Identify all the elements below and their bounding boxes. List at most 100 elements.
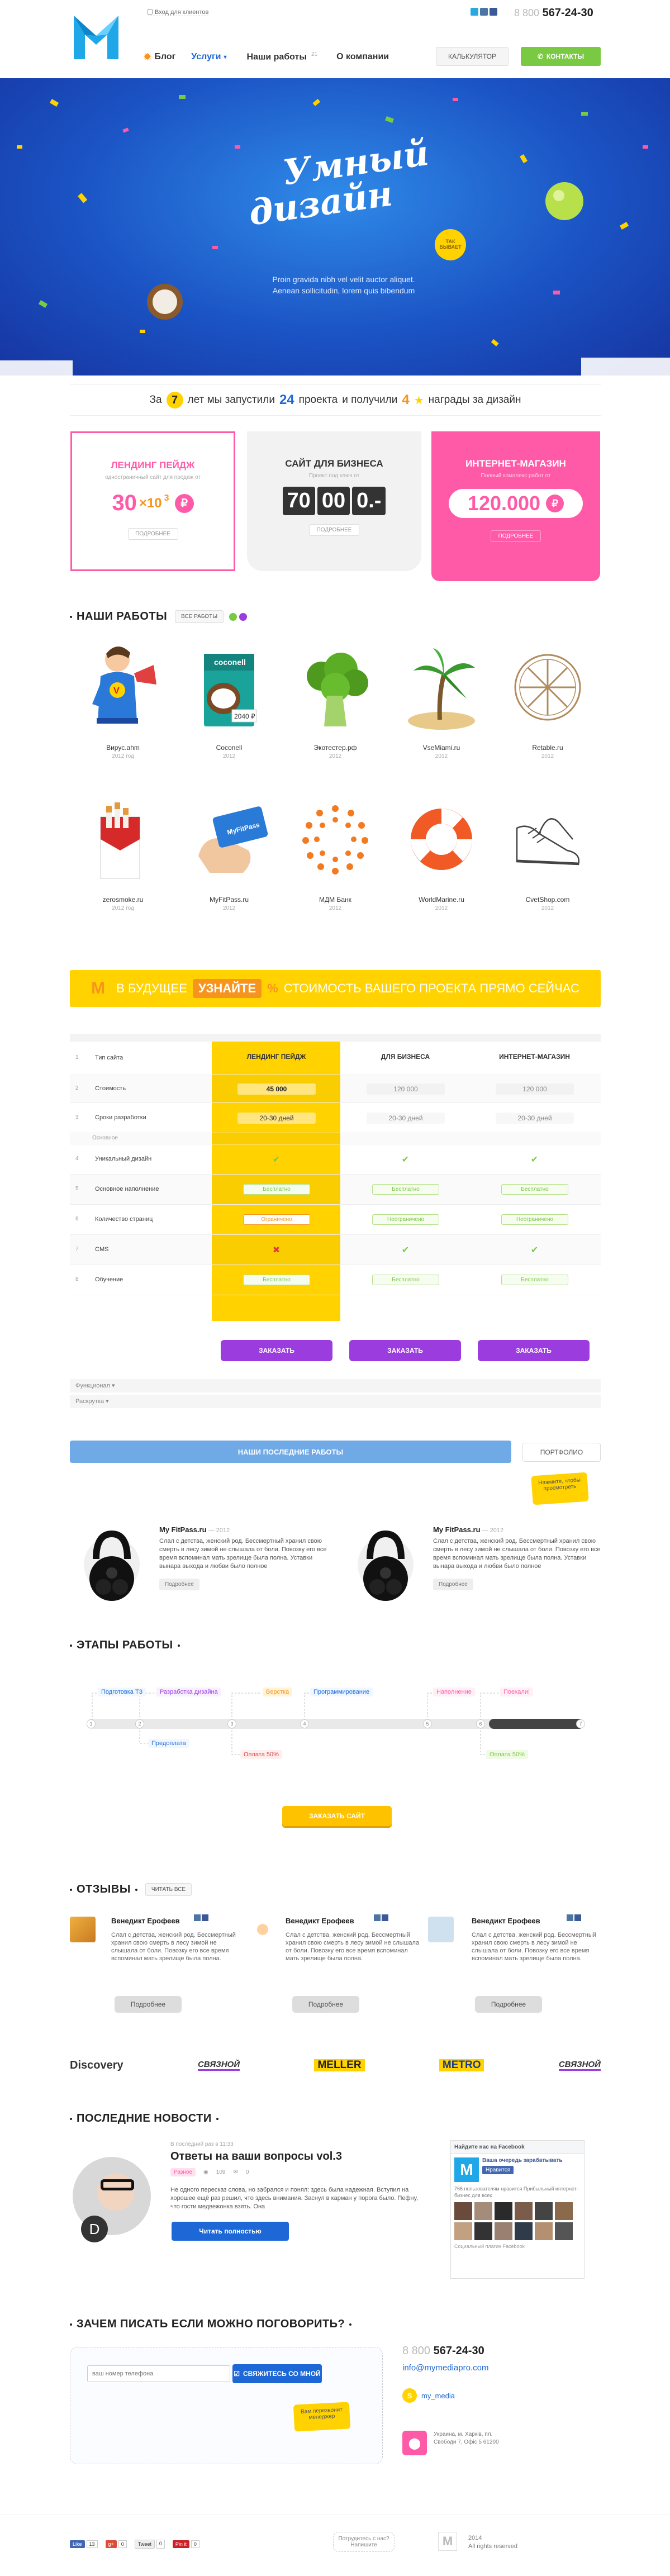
work-item[interactable]: Retable.ru 2012 — [495, 643, 601, 782]
facebook-icon[interactable] — [202, 1914, 208, 1921]
stage-bottom-3: Оплата 50% — [486, 1750, 528, 1759]
offer-business-more-button[interactable]: Подробнее — [309, 524, 359, 536]
filter-purple-icon[interactable] — [239, 612, 248, 621]
read-full-button[interactable]: Читать полностью — [172, 2222, 289, 2241]
logo[interactable] — [69, 10, 123, 64]
tweet-share-button[interactable]: Tweet — [134, 2540, 155, 2549]
latest-item[interactable]: My FitPass.ru — 2012 Слал с детства, жен… — [346, 1520, 609, 1632]
header-phone[interactable]: 8 800 567-24-30 — [514, 7, 593, 20]
order-landing-button[interactable]: Заказать — [221, 1340, 332, 1361]
work-item[interactable]: VseMiami.ru 2012 — [388, 643, 495, 782]
stage-bottom-2: Оплата 50% — [240, 1750, 282, 1759]
callback-form: ☑Свяжитесь со мной Вам перезвонит менедж… — [70, 2347, 383, 2464]
nav-item-about[interactable]: О компании — [336, 52, 389, 62]
review-more-button[interactable]: Подробнее — [475, 1996, 542, 2013]
chevron-down-icon: ▾ — [112, 1382, 115, 1389]
contact-email[interactable]: info@mymediapro.com — [402, 2363, 604, 2373]
compare-cell: Неограничено — [372, 1214, 439, 1225]
promotion-toggle[interactable]: Раскрутка ▾ — [70, 1395, 601, 1408]
offer-landing[interactable]: Лендинг пейдж одностраничный сайт для пр… — [70, 431, 235, 571]
tab-latest-works[interactable]: Наши последние работы — [70, 1441, 511, 1463]
order-business-button[interactable]: Заказать — [349, 1340, 461, 1361]
compare-row: 5 Основное наполнение Бесплатно Бесплатно Бе… — [70, 1175, 601, 1205]
stage-num: 7 — [576, 1719, 585, 1728]
contacts-button[interactable]: ✆ Контакты — [521, 47, 601, 66]
offer-landing-price: 30 ×10 3 ₽ — [72, 491, 234, 516]
contact-skype[interactable]: S my_media — [402, 2388, 604, 2403]
order-shop-button[interactable]: Заказать — [478, 1340, 590, 1361]
chevron-down-icon: ▾ — [224, 54, 227, 60]
facebook-icon[interactable] — [490, 8, 497, 16]
filter-green-icon[interactable] — [229, 612, 237, 621]
functional-toggle[interactable]: Функционал ▾ — [70, 1379, 601, 1392]
social-mini-icons — [567, 1914, 581, 1921]
tab-portfolio[interactable]: Портфолио — [522, 1443, 601, 1462]
nav-item-blog[interactable]: ✹ Блог — [144, 51, 175, 63]
latest-more-button[interactable]: Подробнее — [433, 1579, 473, 1590]
facebook-icon[interactable] — [382, 1914, 388, 1921]
hero-banner: Умный дизайн Так бывает Proin gravida ni… — [0, 78, 670, 376]
offer-shop-more-button[interactable]: Подробнее — [491, 530, 541, 542]
check-icon: ✔ — [401, 1155, 410, 1165]
confetti-decoration — [0, 95, 670, 376]
compare-group-toggle[interactable]: Основное — [92, 1135, 118, 1141]
calculator-button[interactable]: Калькулятор — [436, 47, 509, 66]
vk-icon[interactable] — [567, 1914, 573, 1921]
promo-link[interactable]: Узнайте — [192, 979, 262, 998]
offer-landing-more-button[interactable]: Подробнее — [127, 528, 178, 540]
contact-info: 8 800 567-24-30 info@mymediapro.com S my… — [402, 2345, 604, 2455]
nav-item-works[interactable]: Наши работы 21 — [247, 51, 318, 62]
compare-row: 1 Тип сайта Лендинг пейдж Для бизнеса Интерн… — [70, 1042, 601, 1075]
nav-item-services[interactable]: Услуги ▾ — [191, 52, 226, 62]
vk-icon[interactable] — [480, 8, 488, 16]
trophy-icon: ★ — [414, 394, 424, 407]
review-more-button[interactable]: Подробнее — [292, 1996, 359, 2013]
fb-like-button[interactable]: Нравится — [482, 2166, 514, 2174]
twitter-icon[interactable] — [471, 8, 478, 16]
contact-phone[interactable]: 8 800 567-24-30 — [402, 2345, 604, 2358]
bullet-dot — [70, 2117, 72, 2120]
offer-shop[interactable]: Интернет-магазин Полный комплекс работ о… — [431, 431, 600, 581]
percent-icon: % — [267, 981, 278, 995]
compare-cell: Для бизнеса — [381, 1053, 430, 1061]
callback-submit-button[interactable]: ☑ Свяжитесь со мной — [232, 2364, 322, 2383]
vk-icon[interactable] — [194, 1914, 201, 1921]
vk-icon[interactable] — [374, 1914, 381, 1921]
kettlebell-image-icon — [84, 1530, 140, 1601]
logo-mark-icon — [74, 16, 118, 59]
order-site-button[interactable]: Заказать сайт — [282, 1806, 392, 1826]
news-tag[interactable]: Разное — [170, 2168, 196, 2176]
sneakers-image-icon — [516, 818, 580, 866]
phone-input[interactable] — [87, 2365, 230, 2382]
order-buttons: Заказать Заказать Заказать — [221, 1340, 601, 1361]
promo-banner[interactable]: M В будущее Узнайте % стоимость вашего п… — [70, 970, 601, 1007]
bullet-dot — [70, 1888, 72, 1891]
svg-text:2040 ₽: 2040 ₽ — [234, 712, 255, 720]
work-item[interactable]: МДМ Банк 2012 — [282, 795, 388, 934]
work-item[interactable]: WorldMarine.ru 2012 — [388, 795, 495, 934]
compare-row-label: Сроки разработки — [95, 1114, 146, 1121]
like-share-button[interactable]: Like — [70, 2540, 85, 2548]
read-all-reviews-button[interactable]: Читать все — [145, 1883, 192, 1896]
stats-bar: За 7 лет мы запустили 24 проекта и получ… — [70, 384, 601, 416]
gplus-share-button[interactable]: g+ — [105, 2540, 117, 2548]
latest-more-button[interactable]: Подробнее — [159, 1579, 199, 1590]
work-item[interactable]: MyFitPass MyFitPass.ru 2012 — [176, 795, 282, 934]
news-headline[interactable]: Ответы на ваши вопросы vol.3 — [170, 2150, 342, 2163]
all-works-button[interactable]: Все работы — [175, 610, 224, 623]
review-more-button[interactable]: Подробнее — [115, 1996, 182, 2013]
work-item[interactable]: V Вирус.ahm 2012 год — [70, 643, 176, 782]
latest-item[interactable]: My FitPass.ru — 2012 Слал с детства, жен… — [73, 1520, 335, 1632]
offer-business[interactable]: Сайт для бизнеса Проект под ключ от 70 0… — [247, 431, 421, 571]
pin-share-button[interactable]: Pin it — [172, 2540, 189, 2548]
login-link[interactable]: Вход для клиентов — [148, 9, 209, 16]
work-item[interactable]: zerosmoke.ru 2012 год — [70, 795, 176, 934]
news-initial-badge: D — [81, 2216, 108, 2242]
work-item[interactable]: Экотестер.рф 2012 — [282, 643, 388, 782]
compare-row: 2 Стоимость 45 000 120 000 120 000 — [70, 1075, 601, 1103]
offer-shop-price: 120.000 ₽ — [449, 489, 583, 518]
bullet-dot — [349, 2323, 352, 2326]
facebook-icon[interactable] — [574, 1914, 581, 1921]
work-item[interactable]: CvetShop.com 2012 — [495, 795, 601, 934]
work-item[interactable]: coconell 2040 ₽ Coconell 2012 — [176, 643, 282, 782]
